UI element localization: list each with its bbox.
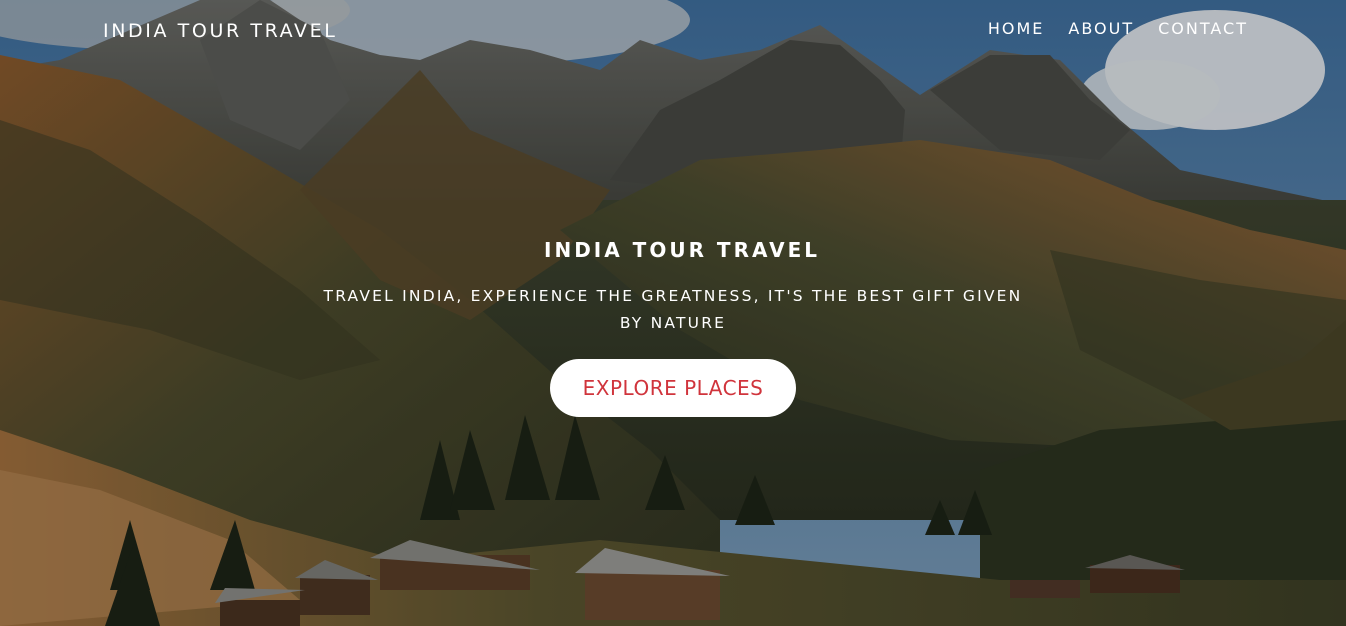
hero-title: INDIA TOUR TRAVEL xyxy=(544,238,820,262)
nav-about-link[interactable]: ABOUT xyxy=(1068,19,1134,38)
nav-home-link[interactable]: HOME xyxy=(988,19,1045,38)
nav-contact-link[interactable]: CONTACT xyxy=(1158,19,1248,38)
explore-places-button[interactable]: EXPLORE PLACES xyxy=(549,359,797,417)
hero-content: INDIA TOUR TRAVEL TRAVEL INDIA, EXPERIEN… xyxy=(0,238,1346,417)
hero-subtitle: TRAVEL INDIA, EXPERIENCE THE GREATNESS, … xyxy=(323,287,1023,332)
brand-logo-link[interactable]: INDIA TOUR TRAVEL xyxy=(103,20,337,42)
main-navigation: HOME ABOUT CONTACT xyxy=(988,19,1248,38)
hero-section: INDIA TOUR TRAVEL HOME ABOUT CONTACT IND… xyxy=(0,0,1346,626)
